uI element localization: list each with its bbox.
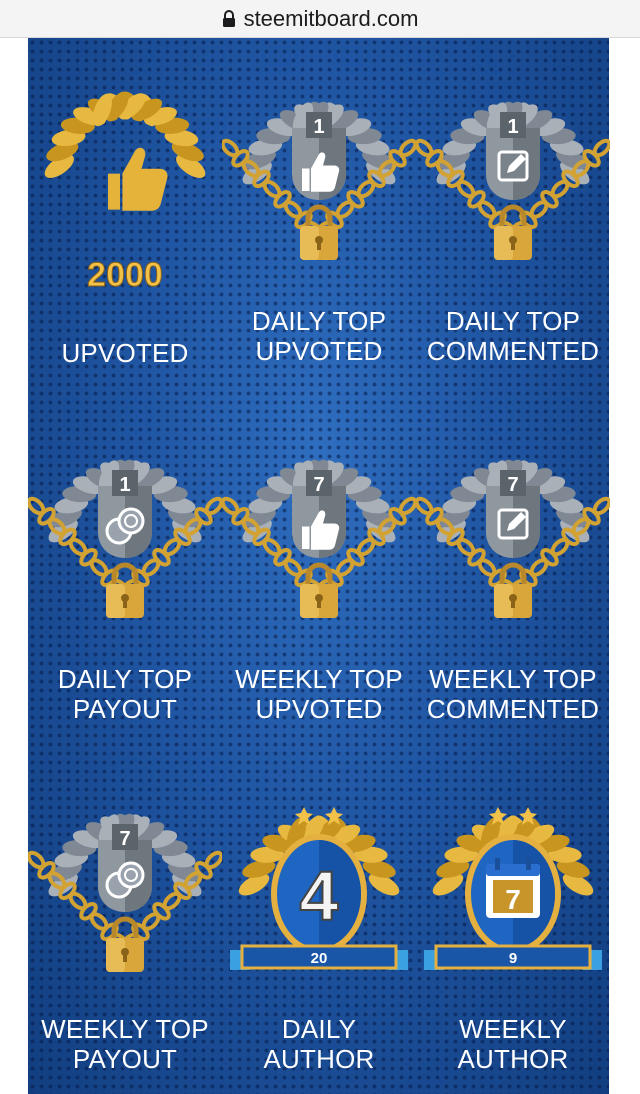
chained-trophy-thumbs-up-icon: 7 [222,448,416,648]
url-text: steemitboard.com [243,5,419,31]
badge-label-line2: AUTHOR [457,1044,569,1074]
badge-label-line1: DAILY [281,1014,357,1044]
svg-text:1: 1 [507,116,518,138]
gold-laurel-thumbs-up-icon: 2000 [28,90,222,290]
badge-label-line1: WEEKLY TOP [429,664,597,694]
svg-text:1: 1 [119,474,130,496]
svg-text:1: 1 [313,116,324,138]
badge-label-line2: UPVOTED [61,338,189,368]
lock-icon [222,9,235,27]
badge-label-line1: DAILY TOP [251,306,387,336]
badge-label-line1: WEEKLY TOP [235,664,403,694]
svg-text:2000: 2000 [87,256,163,290]
chained-trophy-comment-icon: 7 [416,448,610,648]
chained-trophy-comment-icon: 1 [416,90,610,290]
author-medal-calendar-icon: 79 [416,802,610,1002]
badge-label-line2: UPVOTED [255,694,383,724]
badge-label-line1: DAILY TOP [57,664,193,694]
badge-label-line1: DAILY TOP [445,306,581,336]
svg-text:4: 4 [300,857,339,935]
badge-label-line2: AUTHOR [263,1044,375,1074]
badge-label-line1: WEEKLY TOP [41,1014,209,1044]
badge-label-line2: PAYOUT [72,694,178,724]
browser-url-bar[interactable]: steemitboard.com [0,0,640,38]
badge-label-line2: COMMENTED [426,694,600,724]
svg-text:7: 7 [313,474,324,496]
chained-trophy-thumbs-up-icon: 1 [222,90,416,290]
chained-trophy-coins-icon: 1 [28,448,222,648]
badge-label-line2: PAYOUT [72,1044,178,1074]
svg-text:7: 7 [507,474,518,496]
svg-text:7: 7 [119,828,130,850]
author-medal-number-icon: 4 20 [222,802,416,1002]
svg-text:20: 20 [311,950,328,967]
svg-text:9: 9 [509,950,517,967]
chained-trophy-coins-icon: 7 [28,802,222,1002]
svg-text:7: 7 [505,884,521,915]
badge-label-line2: COMMENTED [426,336,600,366]
badge-board: 2000 UPVOTED 1 DAILY TOP UPVOTED 1 DAILY… [28,38,610,1094]
badge-label-line1: WEEKLY [459,1014,567,1044]
badge-label-line2: UPVOTED [255,336,383,366]
